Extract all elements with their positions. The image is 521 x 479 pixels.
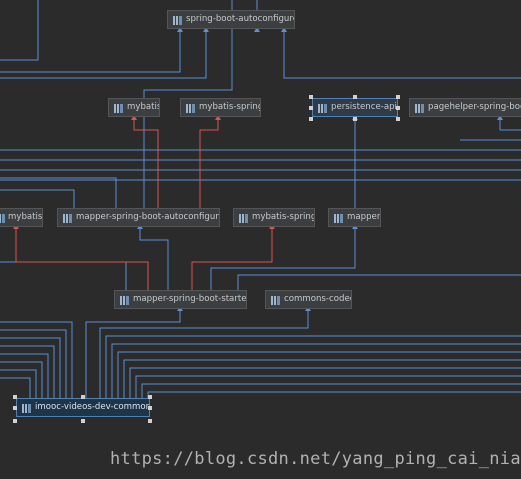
selection-handle[interactable]	[81, 395, 85, 399]
node-label: persistence-api	[331, 102, 397, 112]
selection-handle[interactable]	[396, 106, 400, 110]
edge-to-right-band	[237, 274, 521, 290]
edge-to-spring-boot-autoconfigure	[283, 31, 521, 79]
node-label: spring-boot-autoconfigure	[186, 14, 295, 24]
selection-handle[interactable]	[13, 395, 17, 399]
node-mapper-spring-boot-autoconfigure[interactable]: mapper-spring-boot-autoconfigure	[57, 208, 220, 227]
node-persistence-api[interactable]: persistence-api	[312, 98, 398, 117]
module-library-icon	[114, 104, 123, 113]
selection-handle[interactable]	[353, 95, 357, 99]
module-icon	[22, 404, 31, 413]
module-library-icon	[173, 16, 182, 25]
selection-handle[interactable]	[396, 95, 400, 99]
node-label: imooc-videos-dev-common	[35, 402, 150, 412]
node-label: mybatis-spring	[199, 102, 261, 112]
node-label: mybatis	[8, 212, 43, 222]
selection-handle[interactable]	[309, 95, 313, 99]
selection-handle[interactable]	[396, 117, 400, 121]
selection-handle[interactable]	[309, 117, 313, 121]
edge-fan-right	[147, 391, 521, 398]
selection-handle[interactable]	[148, 406, 152, 410]
node-label: mybatis	[127, 102, 160, 112]
edge-to-commons-codec	[99, 310, 309, 398]
node-mapper[interactable]: mapper	[328, 208, 381, 227]
conflict-edge-mybatis-spring-top	[199, 119, 219, 208]
module-library-icon	[318, 104, 327, 113]
selection-handle[interactable]	[13, 406, 17, 410]
edge-fan	[0, 329, 67, 398]
edge-to-spring-boot-autoconfigure	[0, 31, 181, 73]
module-library-icon	[271, 296, 280, 305]
module-library-icon	[120, 296, 129, 305]
selection-handle[interactable]	[353, 117, 357, 121]
conflict-edge-mybatis-top	[133, 119, 159, 208]
edge-mapper-autoconfig-up	[0, 177, 117, 208]
node-mybatis-spring-top[interactable]: mybatis-spring	[180, 98, 261, 117]
watermark: https://blog.csdn.net/yang_ping_cai_niao	[110, 449, 521, 469]
edge-to-spring-boot-autoconfigure	[0, 31, 207, 79]
node-spring-boot-autoconfigure[interactable]: spring-boot-autoconfigure	[167, 10, 295, 29]
edge-long-vertical	[0, 0, 39, 61]
edge-to-mapper-spring-boot-autoconfigure	[139, 228, 169, 290]
node-mybatis-mid[interactable]: mybatis	[0, 208, 43, 227]
node-imooc-videos-dev-common[interactable]: imooc-videos-dev-common	[16, 398, 150, 417]
node-label: mapper-spring-boot-starter	[133, 294, 247, 304]
node-label: pagehelper-spring-boot	[428, 102, 521, 112]
node-label: mybatis-spring	[252, 212, 315, 222]
edge-fan-right	[117, 351, 521, 398]
edge-fan	[0, 353, 49, 398]
module-library-icon	[415, 104, 424, 113]
edge-mapper-autoconfig-up	[0, 189, 75, 208]
selection-handle[interactable]	[148, 419, 152, 423]
module-library-icon	[239, 214, 248, 223]
edge-to-mapper	[210, 228, 356, 290]
edge-fan-right	[135, 375, 521, 398]
node-mybatis-spring-mid[interactable]: mybatis-spring	[233, 208, 315, 227]
edge-fan-right	[129, 367, 521, 398]
node-mapper-spring-boot-starter[interactable]: mapper-spring-boot-starter	[114, 290, 247, 309]
node-commons-codec[interactable]: commons-codec	[265, 290, 352, 309]
edge-fan-right	[105, 335, 521, 398]
selection-handle[interactable]	[309, 106, 313, 110]
edge-left-mybatis	[0, 261, 127, 290]
node-label: mapper	[347, 212, 381, 222]
module-library-icon	[334, 214, 343, 223]
node-label: mapper-spring-boot-autoconfigure	[76, 212, 220, 222]
node-mybatis-top[interactable]: mybatis	[108, 98, 160, 117]
node-label: commons-codec	[284, 294, 352, 304]
edge-fan-right	[141, 383, 521, 398]
node-pagehelper-spring-boot[interactable]: pagehelper-spring-boot	[409, 98, 521, 117]
selection-handle[interactable]	[13, 419, 17, 423]
conflict-edge-mybatis-mid	[15, 228, 149, 290]
conflict-edge-mybatis-spring-mid	[191, 228, 273, 290]
module-library-icon	[63, 214, 72, 223]
edge-fan	[0, 369, 37, 398]
module-library-icon	[186, 104, 195, 113]
selection-handle[interactable]	[81, 419, 85, 423]
module-library-icon	[0, 214, 5, 223]
selection-handle[interactable]	[148, 395, 152, 399]
